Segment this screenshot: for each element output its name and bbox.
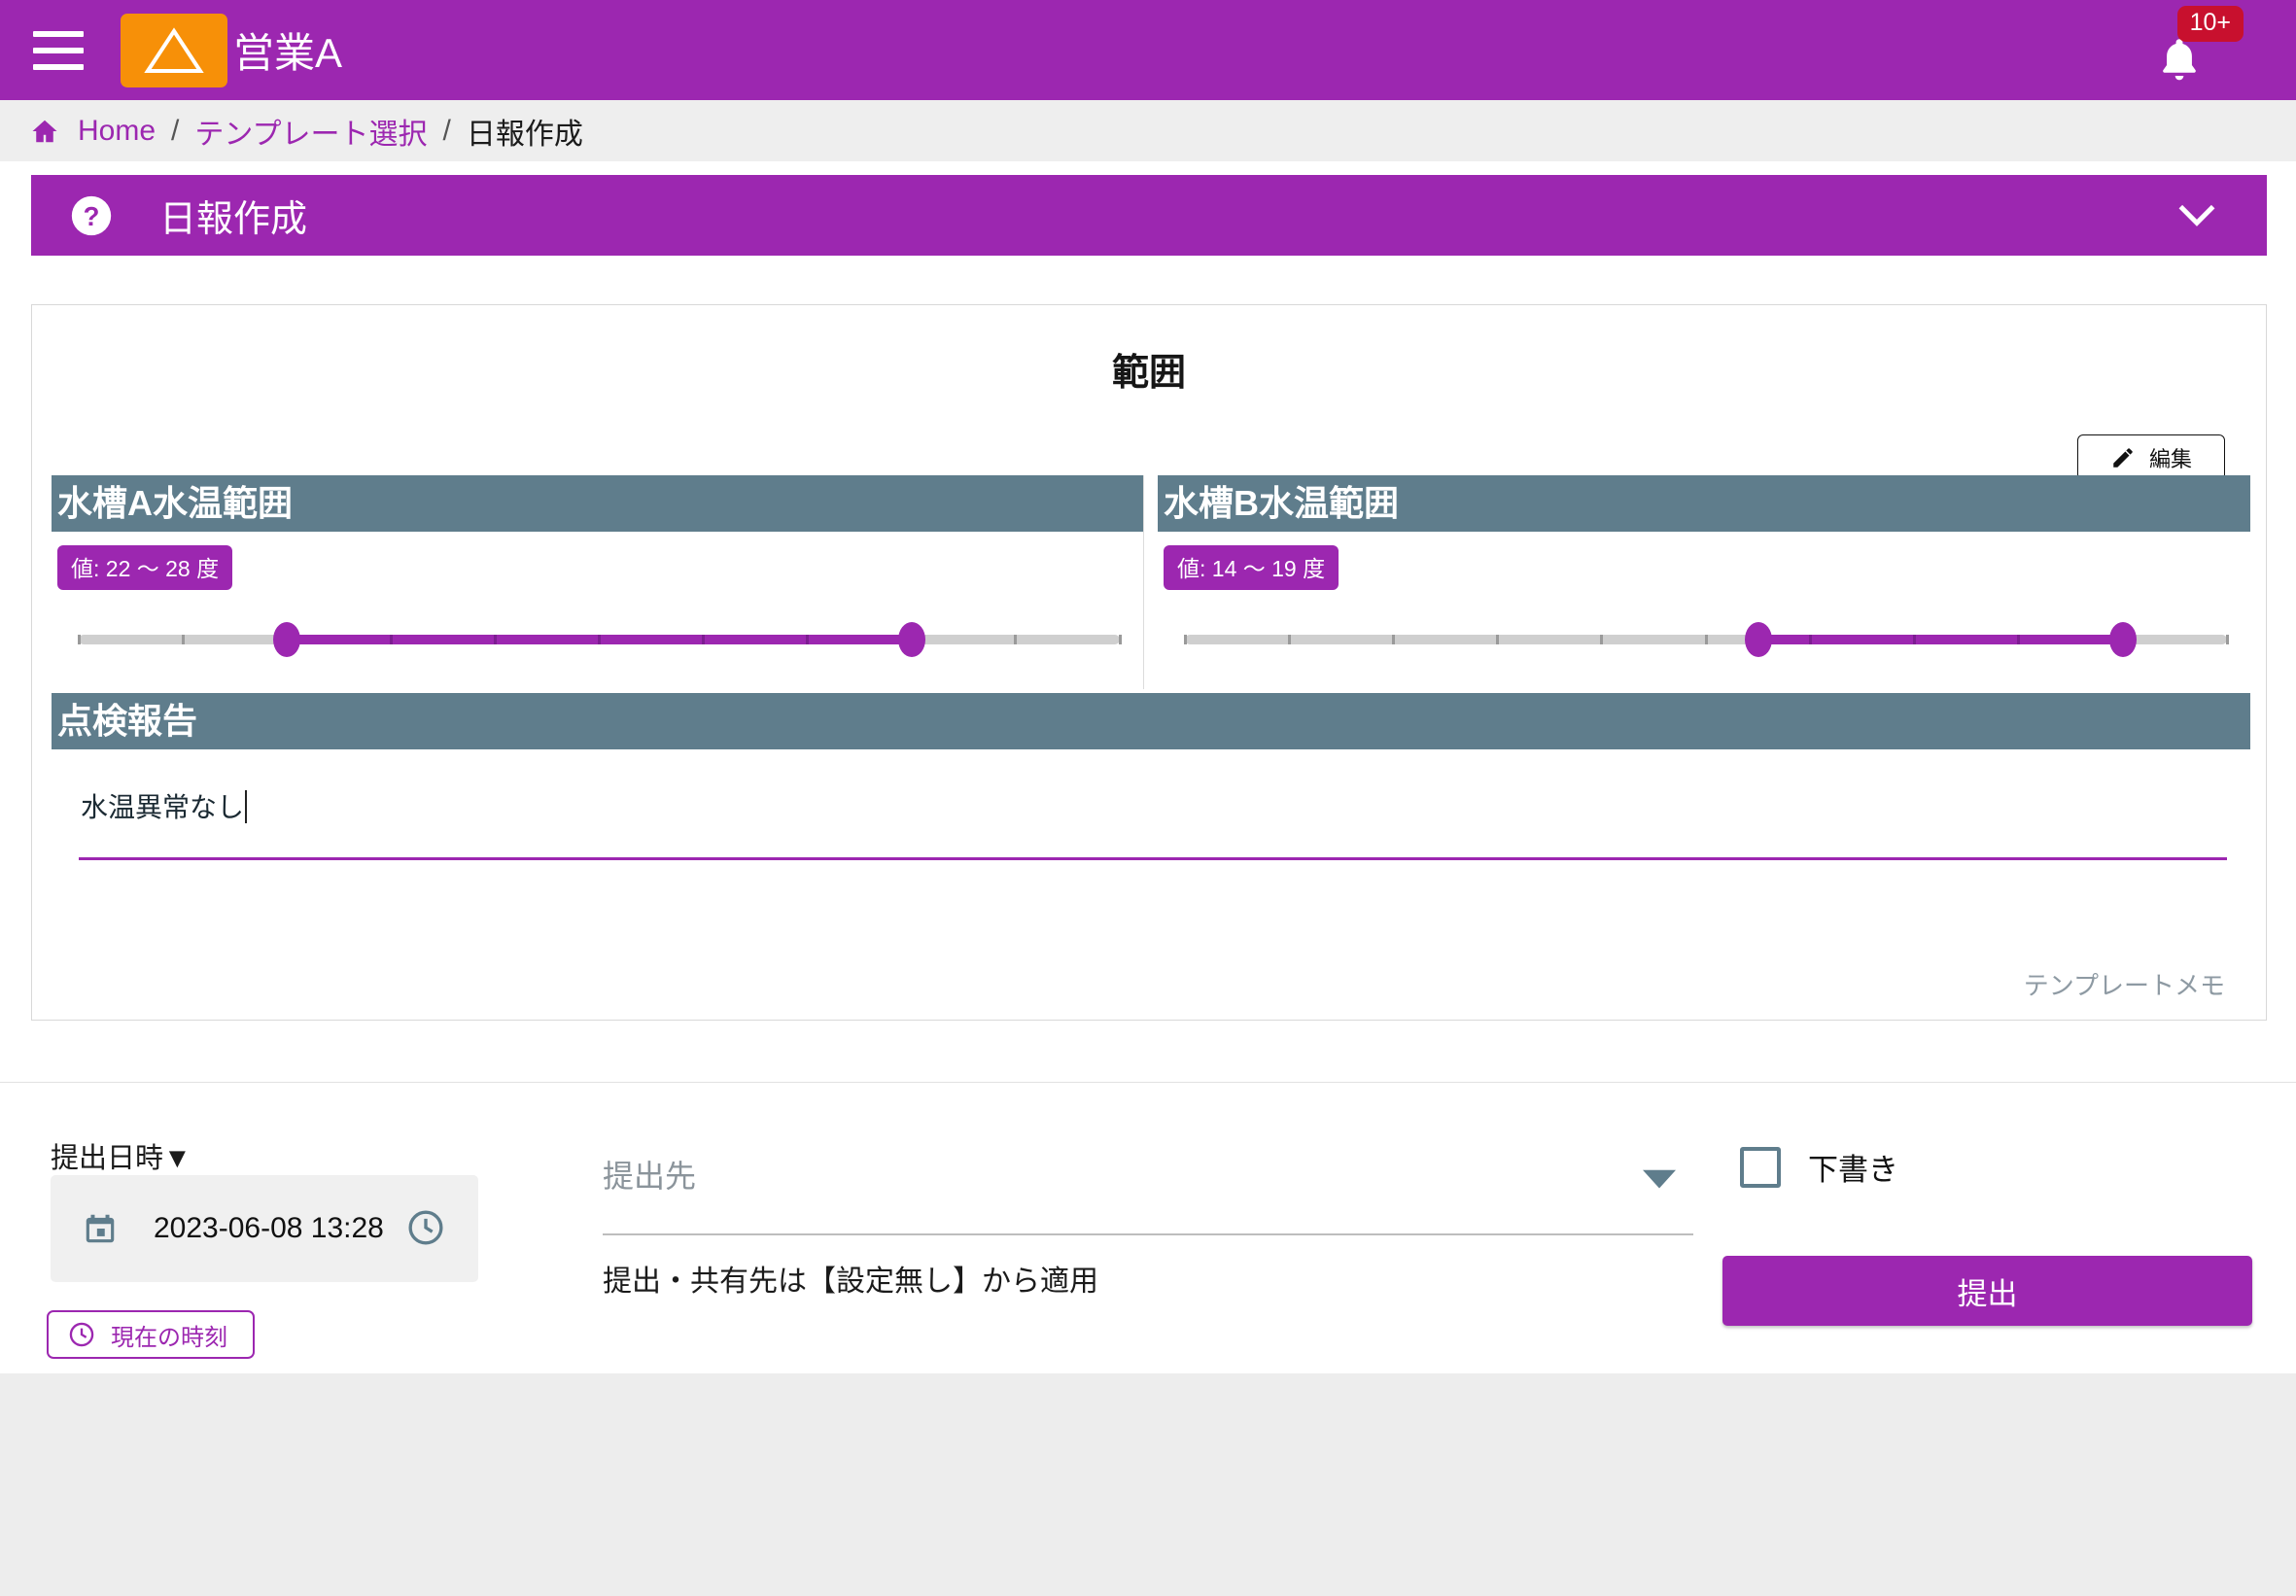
submit-button[interactable]: 提出 xyxy=(1722,1256,2252,1326)
range-card: 範囲 編集 水槽A水温範囲 値: 22 〜 28 度 水槽B水温範囲 値: 14… xyxy=(31,304,2267,1021)
slider-tick xyxy=(389,635,393,644)
column-gap xyxy=(1144,475,1158,689)
clock-icon xyxy=(69,1322,94,1347)
section-title: 日報作成 xyxy=(159,199,308,240)
slider-b-thumb-max[interactable] xyxy=(2108,622,2137,657)
slider-a-thumb-min[interactable] xyxy=(273,622,301,657)
datetime-value[interactable]: 2023-06-08 13:28 xyxy=(154,1212,384,1245)
slider-tick xyxy=(1808,635,1812,644)
report-input-value: 水温異常なし xyxy=(81,792,245,822)
now-time-button-label: 現在の時刻 xyxy=(111,1324,227,1351)
slider-tick xyxy=(1287,635,1291,644)
breadcrumb: Home / テンプレート選択 / 日報作成 xyxy=(0,100,2296,161)
datetime-field[interactable]: 2023-06-08 13:28 xyxy=(51,1175,478,1282)
section-header[interactable]: ? 日報作成 xyxy=(31,175,2267,256)
slider-tick xyxy=(1118,635,1122,644)
breadcrumb-home-link[interactable]: Home xyxy=(78,115,156,148)
slider-b-thumb-min[interactable] xyxy=(1744,622,1772,657)
slider-b-fill xyxy=(1757,635,2123,644)
datetime-label[interactable]: 提出日時▼ xyxy=(51,1135,191,1176)
slider-tick xyxy=(1014,635,1018,644)
report-input-underline xyxy=(79,857,2227,860)
hamburger-menu-icon[interactable] xyxy=(33,30,84,70)
breadcrumb-current: 日報作成 xyxy=(466,118,583,151)
slider-tick xyxy=(181,635,185,644)
slider-tick xyxy=(1704,635,1708,644)
report-input-wrap[interactable]: 水温異常なし xyxy=(52,749,2250,874)
slider-tick xyxy=(806,635,810,644)
report-section: 点検報告 水温異常なし xyxy=(52,693,2250,874)
field-tank-b: 水槽B水温範囲 値: 14 〜 19 度 xyxy=(1158,475,2250,689)
org-name: 営業A xyxy=(233,30,343,76)
destination-help-text: 提出・共有先は【設定無し】から適用 xyxy=(603,1266,1098,1298)
edit-button[interactable]: 編集 xyxy=(2077,434,2225,480)
text-caret xyxy=(245,790,248,823)
destination-underline xyxy=(603,1233,1693,1235)
clock-icon[interactable] xyxy=(406,1208,445,1252)
notifications-button[interactable]: 10+ xyxy=(2142,6,2244,86)
edit-button-label: 編集 xyxy=(2148,446,2192,471)
caret-down-icon[interactable] xyxy=(1643,1169,1676,1196)
breadcrumb-separator-2: / xyxy=(442,114,451,147)
slider-tick xyxy=(493,635,497,644)
notification-badge: 10+ xyxy=(2176,6,2244,42)
field-tank-b-header: 水槽B水温範囲 xyxy=(1158,475,2250,532)
slider-tick xyxy=(1600,635,1604,644)
field-tank-a-header: 水槽A水温範囲 xyxy=(52,475,1143,532)
slider-a-body[interactable] xyxy=(77,622,1122,657)
field-tank-a-slider[interactable] xyxy=(52,606,1143,689)
slider-tick xyxy=(1391,635,1395,644)
destination-field[interactable]: 提出先 提出・共有先は【設定無し】から適用 xyxy=(603,1152,1693,1300)
slider-tick xyxy=(1496,635,1500,644)
slider-tick xyxy=(2225,635,2229,644)
breadcrumb-separator-1: / xyxy=(171,114,180,147)
triangle-logo-svg xyxy=(144,26,204,73)
field-tank-a: 水槽A水温範囲 値: 22 〜 28 度 xyxy=(52,475,1144,689)
app-page: 営業A 10+ Home / テンプレート選択 / 日報作成 ? 日報作成 範囲… xyxy=(0,0,2296,1596)
slider-b-body[interactable] xyxy=(1183,622,2229,657)
breadcrumb-template-link[interactable]: テンプレート選択 xyxy=(194,110,427,153)
slider-tick xyxy=(2017,635,2021,644)
help-circle-icon[interactable]: ? xyxy=(70,194,113,237)
svg-text:?: ? xyxy=(84,201,100,231)
draft-checkbox-row[interactable]: 下書き xyxy=(1740,1145,1898,1189)
pencil-icon xyxy=(2113,447,2133,468)
now-time-button[interactable]: 現在の時刻 xyxy=(47,1310,255,1359)
calendar-icon[interactable] xyxy=(82,1210,119,1247)
template-memo: テンプレートメモ xyxy=(2023,971,2225,1000)
bell-icon xyxy=(2163,39,2196,81)
page-background-filler xyxy=(0,1373,2296,1596)
triangle-logo-icon[interactable] xyxy=(121,13,227,87)
app-bar: 営業A 10+ xyxy=(0,0,2296,100)
home-icon[interactable] xyxy=(29,117,60,146)
destination-placeholder: 提出先 xyxy=(603,1159,697,1194)
field-tank-a-value-badge: 値: 22 〜 28 度 xyxy=(57,545,233,590)
chevron-down-icon[interactable] xyxy=(2177,202,2216,232)
report-header: 点検報告 xyxy=(52,693,2250,749)
draft-label: 下書き xyxy=(1808,1153,1898,1187)
slider-tick xyxy=(77,635,81,644)
card-title: 範囲 xyxy=(1111,353,1186,394)
draft-checkbox[interactable] xyxy=(1740,1146,1781,1188)
slider-row: 水槽A水温範囲 値: 22 〜 28 度 水槽B水温範囲 値: 14 〜 19 … xyxy=(52,475,2250,689)
slider-tick xyxy=(598,635,601,644)
slider-a-thumb-max[interactable] xyxy=(897,622,925,657)
field-tank-b-slider[interactable] xyxy=(1158,606,2250,689)
slider-tick xyxy=(1912,635,1916,644)
slider-tick xyxy=(702,635,706,644)
slider-tick xyxy=(1183,635,1187,644)
fields-area: 水槽A水温範囲 値: 22 〜 28 度 水槽B水温範囲 値: 14 〜 19 … xyxy=(52,475,2250,874)
field-tank-b-value-badge: 値: 14 〜 19 度 xyxy=(1164,545,1339,590)
report-input-value-wrap[interactable]: 水温異常なし xyxy=(81,786,248,825)
